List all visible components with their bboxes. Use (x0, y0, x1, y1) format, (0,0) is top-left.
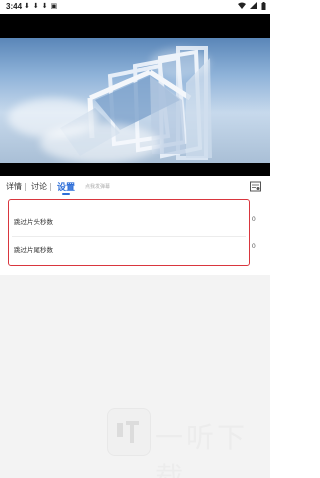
skip-intro-label: 跳过片头秒数 (14, 219, 53, 226)
skip-intro-row[interactable]: 跳过片头秒数 (13, 207, 247, 233)
tab-active-indicator (62, 193, 70, 195)
video-player[interactable] (0, 14, 270, 176)
tab-divider (25, 183, 26, 191)
tab-discussion[interactable]: 讨论 (31, 181, 47, 192)
status-right (238, 2, 266, 12)
danmaku-input-hint[interactable]: 点我发弹幕 (85, 183, 110, 190)
status-icons: ⬇ ⬇ ⬇ ▣ (24, 2, 57, 10)
danmaku-settings-icon[interactable] (249, 180, 261, 192)
skip-settings-panel: 跳过片头秒数 跳过片尾秒数 (8, 199, 250, 266)
image-icon: ▣ (50, 3, 58, 10)
tab-settings[interactable]: 设置 (57, 180, 75, 193)
wifi-icon (238, 2, 246, 12)
skip-intro-value[interactable]: 0 (252, 216, 256, 223)
tab-divider (50, 183, 51, 191)
watermark-text: 一听下载 (155, 421, 249, 478)
skip-outro-row[interactable]: 跳过片尾秒数 (13, 235, 247, 261)
watermark-logo (107, 408, 151, 456)
download-icon: ⬇ (24, 3, 30, 10)
status-bar: 3:44 ⬇ ⬇ ⬇ ▣ (0, 0, 270, 14)
skip-outro-value[interactable]: 0 (252, 243, 256, 250)
tab-details[interactable]: 详情 (6, 181, 22, 192)
download-icon: ⬇ (41, 3, 48, 10)
download-icon: ⬇ (32, 3, 39, 10)
battery-icon (261, 2, 266, 12)
video-frame[interactable] (0, 38, 270, 163)
skip-outro-label: 跳过片尾秒数 (14, 247, 53, 254)
status-time: 3:44 (6, 2, 23, 11)
tabs-bar: 详情 讨论 设置 (0, 176, 270, 198)
signal-icon (250, 2, 257, 12)
